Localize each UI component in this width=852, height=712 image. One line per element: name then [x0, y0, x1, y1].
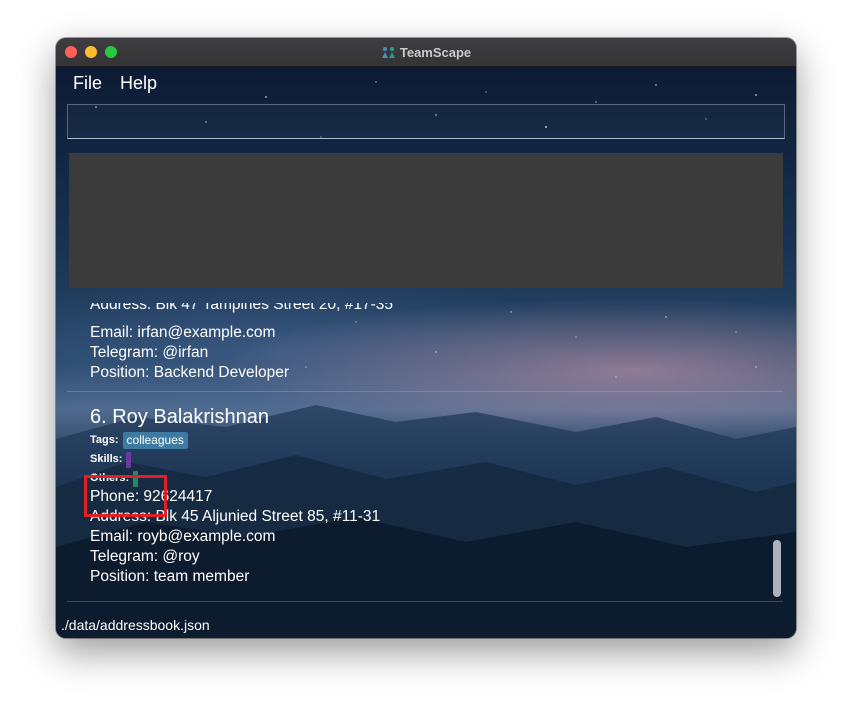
tag-colleagues: colleagues [122, 432, 188, 449]
main-content: File Help Address: Blk 47 Tampines Stree… [56, 67, 796, 638]
partial-card-position: Position: Backend Developer [90, 364, 290, 381]
person-position: Position: team member [90, 568, 250, 585]
partial-card-address: Address: Blk 47 Tampines Street 20, #17-… [90, 296, 393, 313]
skills-row: Skills: [90, 449, 380, 468]
person-email: Email: royb@example.com [90, 528, 276, 545]
person-telegram: Telegram: @roy [90, 548, 200, 565]
status-bar-path: ./data/addressbook.json [61, 617, 210, 633]
annotation-highlight-box [84, 475, 167, 517]
list-scrollbar[interactable] [773, 540, 781, 597]
command-input[interactable] [68, 105, 784, 138]
result-display [69, 153, 783, 288]
menu-help[interactable]: Help [120, 73, 157, 94]
title-bar: TeamScape [56, 38, 796, 67]
card-divider-bottom [67, 601, 783, 602]
card-divider [67, 391, 783, 392]
menu-bar: File Help [73, 73, 157, 94]
partial-person-card[interactable]: Email: irfan@example.com Telegram: @irfa… [90, 323, 289, 383]
tags-row: Tags: colleagues [90, 430, 380, 449]
app-window: TeamScape File Help Address: Blk 47 Tamp… [56, 38, 796, 638]
tags-label: Tags: [90, 433, 119, 446]
partial-card-email: Email: irfan@example.com [90, 324, 276, 341]
partial-card-telegram: Telegram: @irfan [90, 344, 209, 361]
menu-file[interactable]: File [73, 73, 102, 94]
command-box [67, 104, 785, 139]
person-name: 6. Roy Balakrishnan [90, 406, 269, 428]
window-title: TeamScape [399, 44, 472, 60]
people-icon [381, 46, 395, 58]
window-title-wrap: TeamScape [56, 38, 796, 66]
skill-chip [126, 451, 132, 468]
skills-label: Skills: [90, 452, 123, 465]
